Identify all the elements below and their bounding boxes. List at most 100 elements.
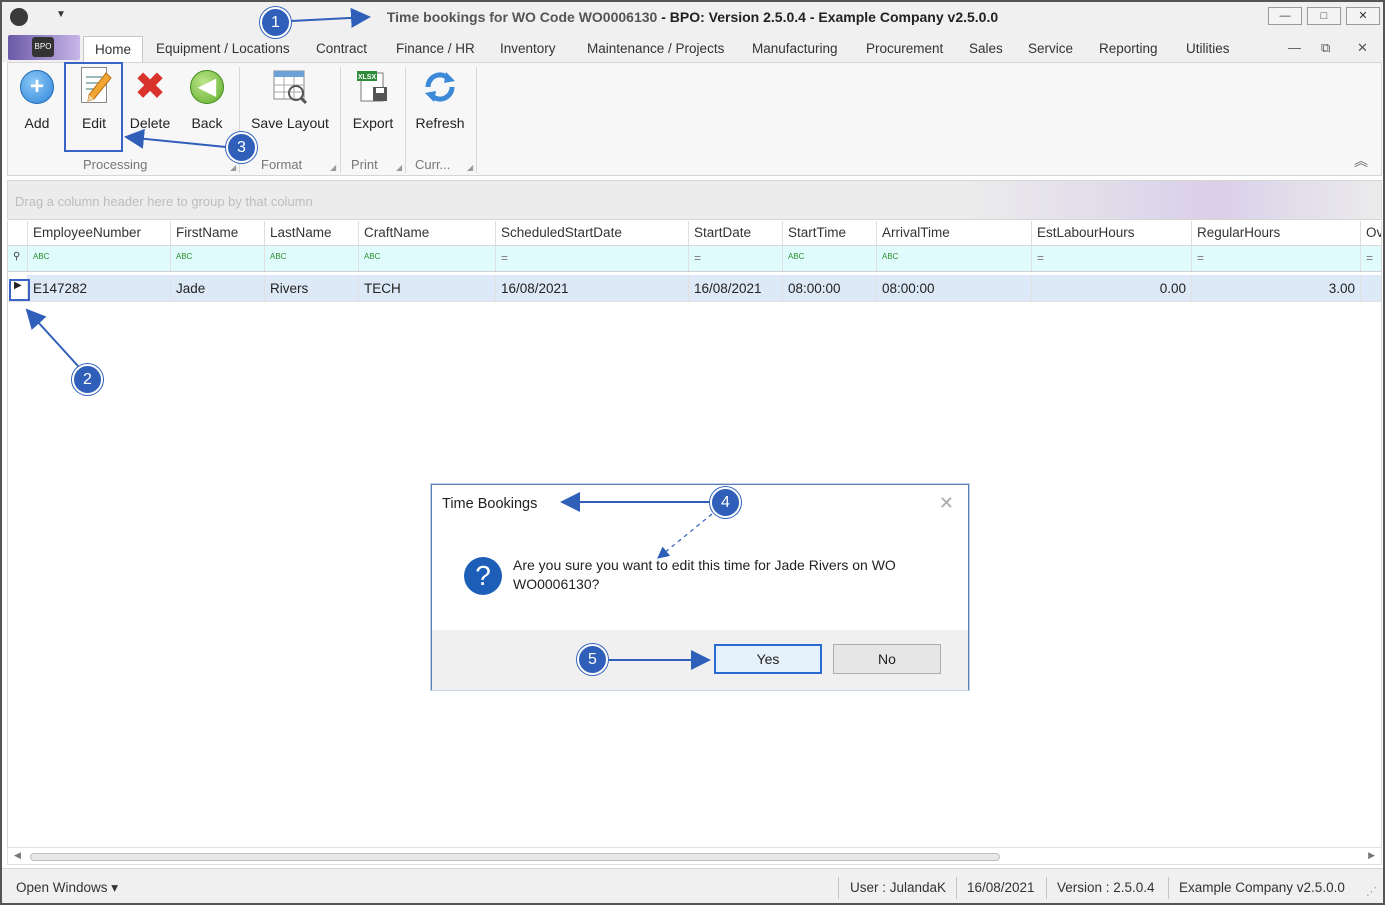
filter-cell[interactable]: ABC — [359, 246, 496, 271]
tab-inventory[interactable]: Inventory — [500, 41, 556, 56]
status-separator — [1168, 877, 1169, 899]
tab-contract[interactable]: Contract — [316, 41, 367, 56]
filter-cell[interactable]: = — [689, 246, 783, 271]
delete-button[interactable]: ✖ Delete — [126, 67, 174, 131]
tab-equipment-locations[interactable]: Equipment / Locations — [156, 41, 290, 56]
filter-cell[interactable]: = — [1192, 246, 1361, 271]
cell-craft-name[interactable]: TECH — [359, 275, 496, 301]
status-company: Example Company v2.5.0.0 — [1179, 880, 1345, 895]
cell-regular-hours[interactable]: 3.00 — [1192, 275, 1361, 301]
scroll-right-icon[interactable]: ▶ — [1368, 850, 1375, 861]
tab-reporting[interactable]: Reporting — [1099, 41, 1158, 56]
column-header[interactable]: CraftName — [359, 221, 496, 245]
row-indicator-header — [8, 221, 28, 245]
cell-start-time[interactable]: 08:00:00 — [783, 275, 877, 301]
equals-filter-icon: = — [1037, 251, 1045, 265]
cell-ov[interactable] — [1361, 275, 1381, 301]
refresh-button[interactable]: Refresh — [412, 67, 468, 131]
group-launcher-icon[interactable]: ◢ — [467, 163, 473, 172]
no-button[interactable]: No — [833, 644, 941, 674]
filter-cell[interactable]: ABC — [171, 246, 265, 271]
tab-maintenance-projects[interactable]: Maintenance / Projects — [587, 41, 724, 56]
filter-cell[interactable]: ABC — [265, 246, 359, 271]
resize-grip-icon[interactable]: ⋰ — [1366, 885, 1377, 898]
tab-sales[interactable]: Sales — [969, 41, 1003, 56]
group-separator — [405, 67, 406, 173]
table-row[interactable]: ▶ E147282 Jade Rivers TECH 16/08/2021 16… — [8, 275, 1381, 302]
group-label-current: Curr... — [415, 157, 451, 172]
cell-est-labour-hours[interactable]: 0.00 — [1032, 275, 1192, 301]
save-layout-button[interactable]: Save Layout — [248, 67, 332, 131]
column-header[interactable]: StartTime — [783, 221, 877, 245]
equals-filter-icon: = — [694, 251, 702, 265]
cell-last-name[interactable]: Rivers — [265, 275, 359, 301]
cell-start-date[interactable]: 16/08/2021 — [689, 275, 783, 301]
window-title-main: Time bookings for WO Code WO0006130 — [386, 9, 658, 25]
tab-home[interactable]: Home — [83, 36, 144, 62]
mdi-close-button[interactable]: ✕ — [1357, 40, 1368, 56]
filter-cell[interactable]: = — [1361, 246, 1381, 271]
yes-button[interactable]: Yes — [714, 644, 822, 674]
tab-manufacturing[interactable]: Manufacturing — [752, 41, 838, 56]
horizontal-scrollbar[interactable]: ◀ ▶ — [7, 847, 1382, 865]
tab-service[interactable]: Service — [1028, 41, 1073, 56]
text-filter-icon: ABC — [788, 252, 805, 261]
equals-filter-icon: = — [501, 251, 509, 265]
title-bar: ▼ Time bookings for WO Code WO0006130 - … — [2, 2, 1383, 34]
open-windows-button[interactable]: Open Windows ▾ — [16, 880, 118, 896]
column-header[interactable]: StartDate — [689, 221, 783, 245]
back-button[interactable]: ◀ Back — [184, 67, 230, 131]
annotation-badge-2: 2 — [72, 364, 103, 395]
application-menu-button[interactable]: BPO — [8, 35, 80, 60]
column-header[interactable]: Ov — [1361, 221, 1381, 245]
tab-utilities[interactable]: Utilities — [1186, 41, 1230, 56]
refresh-button-label: Refresh — [415, 115, 465, 131]
mdi-restore-button[interactable]: ⧉ — [1321, 40, 1330, 56]
scrollbar-thumb[interactable] — [30, 853, 1000, 861]
column-header[interactable]: LastName — [265, 221, 359, 245]
cell-first-name[interactable]: Jade — [171, 275, 265, 301]
column-header[interactable]: RegularHours — [1192, 221, 1361, 245]
tab-finance-hr[interactable]: Finance / HR — [396, 41, 475, 56]
column-header[interactable]: FirstName — [171, 221, 265, 245]
window-maximize-button[interactable]: □ — [1307, 7, 1341, 25]
group-launcher-icon[interactable]: ◢ — [230, 163, 236, 172]
cell-arrival-time[interactable]: 08:00:00 — [877, 275, 1032, 301]
filter-cell[interactable]: ABC — [877, 246, 1032, 271]
ribbon-collapse-icon[interactable]: ︽ — [1354, 151, 1368, 171]
annotation-badge-4: 4 — [710, 487, 741, 518]
tab-procurement[interactable]: Procurement — [866, 41, 943, 56]
highlight-row-indicator-box — [9, 279, 30, 301]
column-header[interactable]: EstLabourHours — [1032, 221, 1192, 245]
filter-cell[interactable]: ABC — [28, 246, 171, 271]
status-separator — [1046, 877, 1047, 899]
export-button[interactable]: XLSX Export — [348, 67, 398, 131]
group-launcher-icon[interactable]: ◢ — [330, 163, 336, 172]
add-button[interactable]: + Add — [14, 67, 60, 131]
window-minimize-button[interactable]: — — [1268, 7, 1302, 25]
window-title-separator: - — [657, 9, 670, 25]
status-user: User : JulandaK — [850, 880, 947, 895]
scroll-left-icon[interactable]: ◀ — [14, 850, 21, 861]
group-launcher-icon[interactable]: ◢ — [396, 163, 402, 172]
status-bar: Open Windows ▾ User : JulandaK 16/08/202… — [2, 868, 1383, 903]
status-separator — [838, 877, 839, 899]
filter-cell[interactable]: ABC — [783, 246, 877, 271]
dialog-close-icon[interactable]: ✕ — [939, 493, 954, 514]
filter-cell[interactable]: = — [1032, 246, 1192, 271]
cell-employee-number[interactable]: E147282 — [28, 275, 171, 301]
status-separator — [956, 877, 957, 899]
group-by-panel[interactable]: Drag a column header here to group by th… — [7, 180, 1382, 220]
filter-cell[interactable]: = — [496, 246, 689, 271]
add-button-label: Add — [24, 115, 50, 131]
column-header[interactable]: EmployeeNumber — [28, 221, 171, 245]
equals-filter-icon: = — [1366, 251, 1374, 265]
cell-scheduled-start-date[interactable]: 16/08/2021 — [496, 275, 689, 301]
column-header[interactable]: ArrivalTime — [877, 221, 1032, 245]
mdi-minimize-button[interactable]: — — [1288, 40, 1301, 55]
window-close-button[interactable]: ✕ — [1346, 7, 1380, 25]
delete-button-label: Delete — [129, 115, 171, 131]
export-xlsx-icon: XLSX — [353, 67, 393, 107]
column-header[interactable]: ScheduledStartDate — [496, 221, 689, 245]
dialog-title: Time Bookings — [442, 496, 538, 512]
